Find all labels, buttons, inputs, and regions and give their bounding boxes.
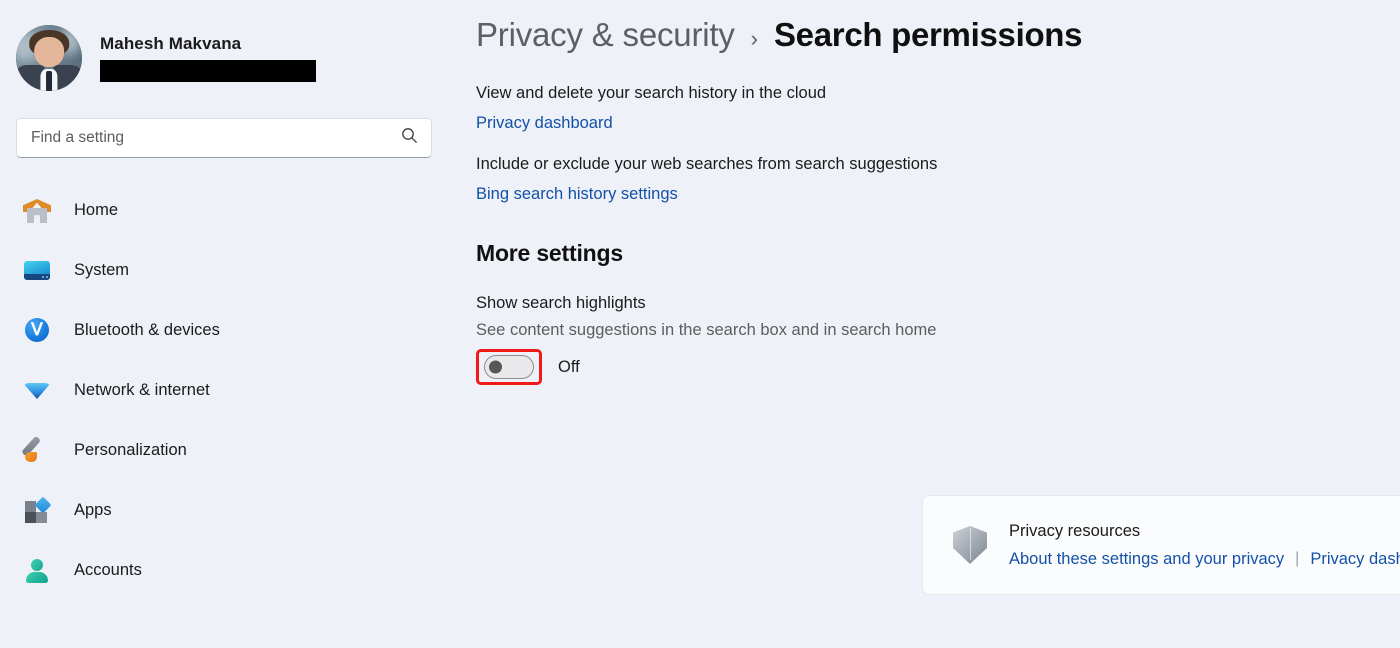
chevron-right-icon: › [750,26,758,51]
shield-icon [953,526,987,564]
bluetooth-icon: ᐯ [22,315,52,345]
sidebar-item-label: Home [74,200,119,219]
home-icon [22,195,52,225]
search-highlights-toggle-row: Off [476,349,1400,385]
sidebar-item-accounts[interactable]: Accounts [0,540,460,600]
sidebar-item-network-internet[interactable]: Network & internet [0,360,460,420]
sidebar-item-label: System [74,260,130,279]
search-input[interactable] [31,119,393,157]
search-highlights-label: Show search highlights [476,294,646,312]
apps-icon [22,495,52,525]
search-highlights-toggle[interactable] [484,355,534,379]
system-monitor-icon [22,255,52,285]
toggle-state-label: Off [558,357,580,376]
user-profile[interactable]: Mahesh Makvana [0,0,460,100]
paintbrush-icon [21,435,52,465]
search-highlights-setting: Show search highlights See content sugge… [476,294,1400,385]
page-title: Search permissions [773,16,1083,53]
privacy-dashboard-card-link[interactable]: Privacy dashboard [1310,550,1400,569]
sidebar-item-personalization[interactable]: Personalization [0,420,460,480]
sidebar-item-apps[interactable]: Apps [0,480,460,540]
profile-name: Mahesh Makvana [100,34,242,53]
wifi-icon [22,375,52,405]
privacy-resources-title: Privacy resources [1009,521,1141,540]
content-area: Privacy & security › Search permissions … [460,0,1400,648]
sidebar-item-label: Network & internet [74,380,210,399]
person-icon [22,555,52,585]
breadcrumb: Privacy & security › Search permissions [476,16,1400,72]
privacy-dashboard-link[interactable]: Privacy dashboard [476,114,613,133]
toggle-knob [489,360,502,374]
sidebar-item-home[interactable]: Home [0,180,460,240]
sidebar: Mahesh Makvana Home [0,0,460,648]
profile-email-redacted [100,60,316,82]
sidebar-item-label: Accounts [74,560,142,579]
sidebar-item-label: Bluetooth & devices [74,320,220,339]
web-search-description: Include or exclude your web searches fro… [476,155,938,173]
search-highlights-description: See content suggestions in the search bo… [476,321,937,339]
cloud-history-group: View and delete your search history in t… [476,84,1400,133]
privacy-resources-card: Privacy resources About these settings a… [922,495,1400,595]
cloud-history-description: View and delete your search history in t… [476,84,827,102]
highlight-annotation [476,349,542,385]
search-box[interactable] [16,118,432,158]
sidebar-item-label: Apps [74,500,112,519]
bing-search-history-settings-link[interactable]: Bing search history settings [476,185,678,204]
sidebar-item-bluetooth-devices[interactable]: ᐯ Bluetooth & devices [0,300,460,360]
about-settings-privacy-link[interactable]: About these settings and your privacy [1009,550,1284,569]
privacy-resources-links: About these settings and your privacy | … [1009,550,1400,569]
web-search-group: Include or exclude your web searches fro… [476,155,1400,204]
sidebar-item-label: Personalization [74,440,187,459]
link-separator: | [1295,550,1300,567]
search-icon [401,127,418,149]
sidebar-nav: Home System ᐯ Bluetooth & devices Networ… [0,180,460,600]
more-settings-heading: More settings [476,240,623,266]
settings-window: Mahesh Makvana Home [0,0,1400,648]
breadcrumb-parent[interactable]: Privacy & security [476,16,735,54]
sidebar-item-system[interactable]: System [0,240,460,300]
avatar [16,25,82,91]
